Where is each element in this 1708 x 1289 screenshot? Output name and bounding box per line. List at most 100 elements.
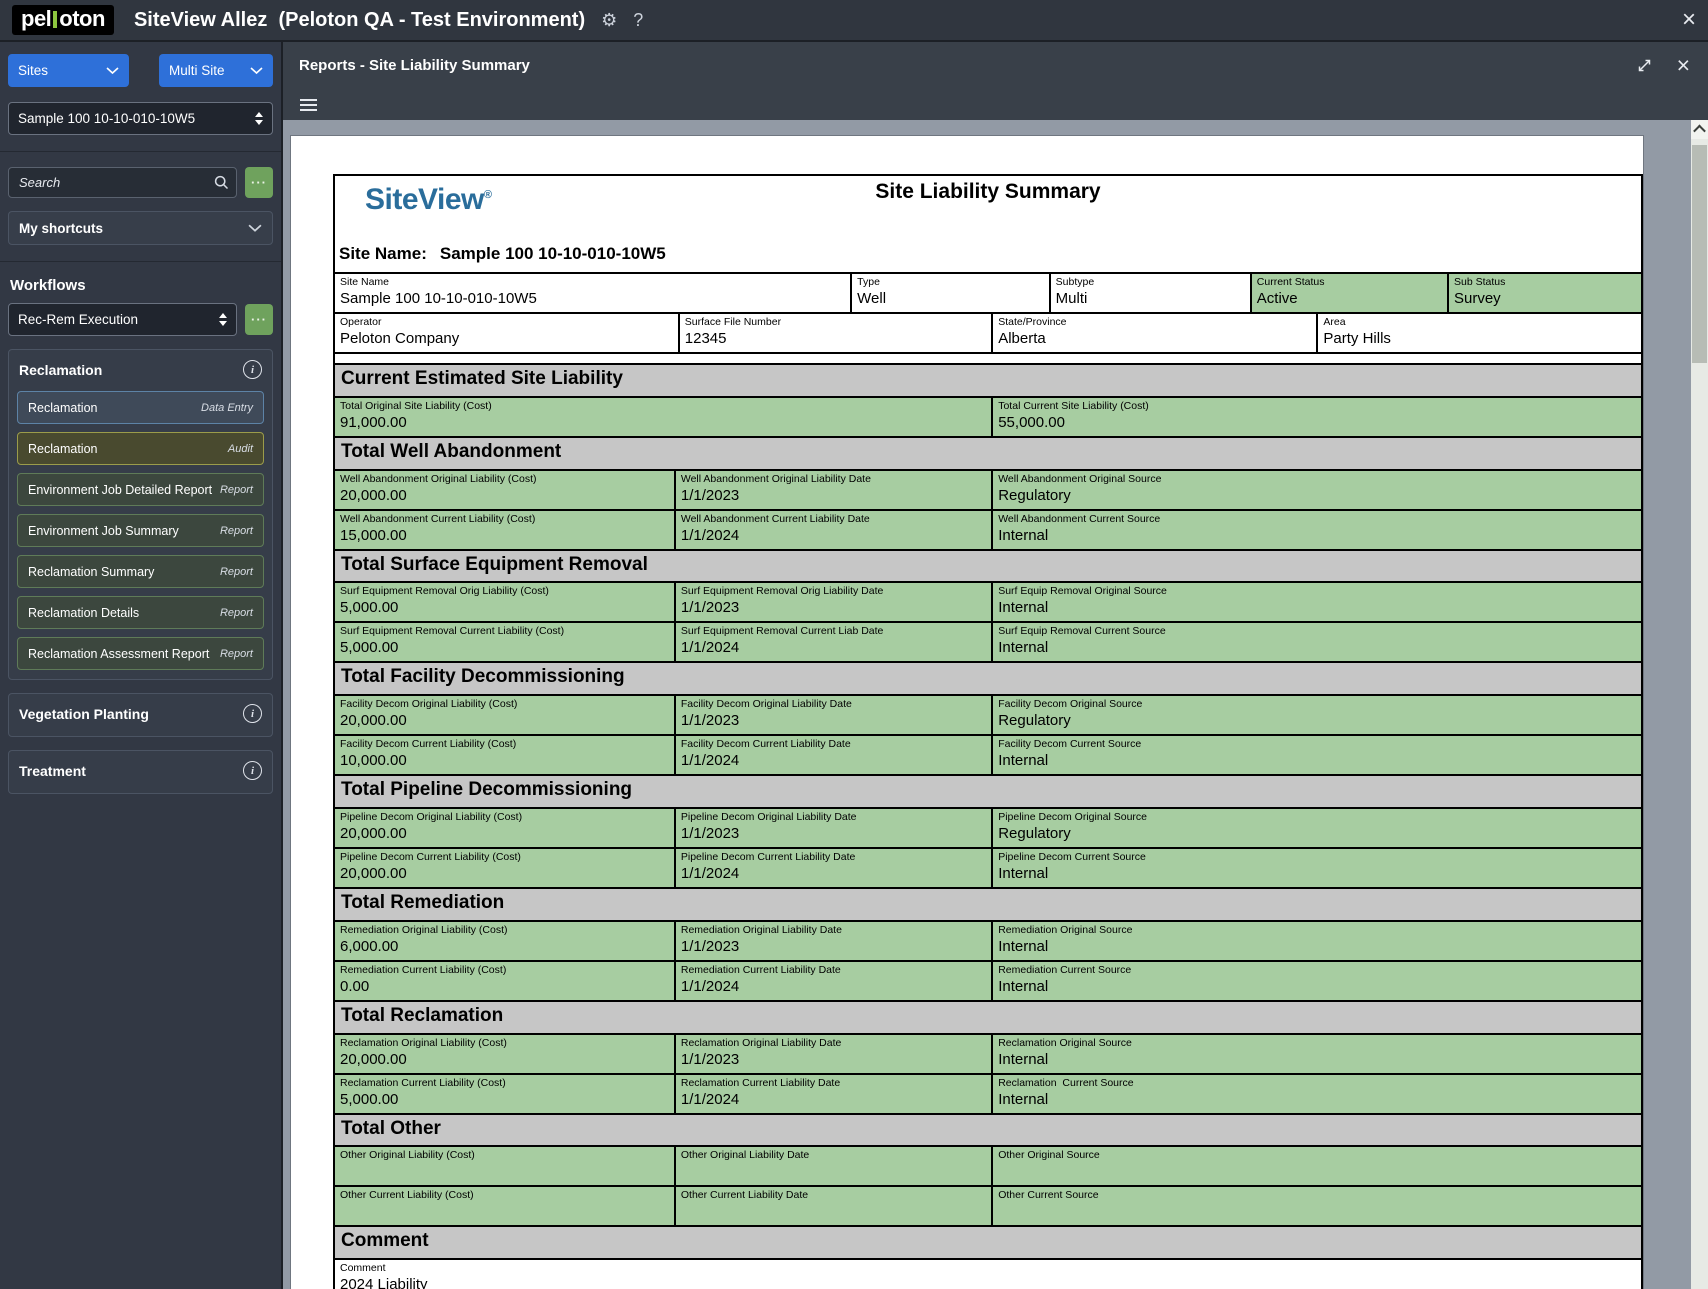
multi-site-dropdown-button[interactable]: Multi Site xyxy=(159,54,273,87)
report-cell: Facility Decom Original Liability (Cost)… xyxy=(335,696,676,734)
workflow-item-tag: Report xyxy=(220,566,253,578)
workflow-group-header: Reclamationi xyxy=(17,357,264,383)
cell-label: Well Abandonment Original Liability Date xyxy=(681,473,986,486)
help-icon[interactable]: ? xyxy=(633,11,643,29)
site-name-heading: Site Name:Sample 100 10-10-010-10W5 xyxy=(335,242,1641,272)
report-cell: Other Current Source xyxy=(993,1187,1641,1225)
workflow-item-tag: Report xyxy=(220,607,253,619)
cell-value xyxy=(998,1202,1636,1222)
workflow-item-label: Environment Job Detailed Report xyxy=(28,483,212,497)
report-box: SiteView® Site Liability Summary Site Na… xyxy=(333,174,1643,1289)
cell-label: Remediation Current Liability Date xyxy=(681,964,986,977)
search-icon xyxy=(214,175,229,195)
cell-label: Pipeline Decom Current Liability Date xyxy=(681,851,986,864)
report-cell: AreaParty Hills xyxy=(1318,314,1641,352)
sites-dropdown-button[interactable]: Sites xyxy=(8,54,129,87)
cell-value: 20,000.00 xyxy=(340,711,669,731)
scroll-up-icon[interactable] xyxy=(1691,120,1708,139)
cell-label: Surf Equipment Removal Current Liability… xyxy=(340,625,669,638)
cell-value: Internal xyxy=(998,1090,1636,1110)
section-heading-total-reclamation: Total Reclamation xyxy=(335,1002,1641,1035)
workflow-item-reclamation-data-entry[interactable]: ReclamationData Entry xyxy=(17,391,264,424)
cell-value: 12345 xyxy=(685,329,986,349)
cell-label: Surf Equipment Removal Orig Liability Da… xyxy=(681,585,986,598)
report-cell: Pipeline Decom Original Liability Date1/… xyxy=(676,809,993,847)
report-page: SiteView® Site Liability Summary Site Na… xyxy=(290,135,1644,1289)
report-cell: Surf Equipment Removal Current Liab Date… xyxy=(676,623,993,661)
cell-label: Reclamation Current Source xyxy=(998,1077,1636,1090)
table-row: Site NameSample 100 10-10-010-10W5TypeWe… xyxy=(335,274,1641,314)
report-viewer: SiteView® Site Liability Summary Site Na… xyxy=(283,120,1708,1289)
table-row: Remediation Original Liability (Cost)6,0… xyxy=(335,922,1641,962)
workflow-item-label: Reclamation xyxy=(28,401,97,415)
report-cell: Surf Equip Removal Current SourceInterna… xyxy=(993,623,1641,661)
app-close-icon[interactable]: × xyxy=(1682,8,1696,32)
info-icon[interactable]: i xyxy=(243,761,262,780)
cell-value: Regulatory xyxy=(998,486,1636,506)
section-heading-total-well-abandonment: Total Well Abandonment xyxy=(335,438,1641,471)
chevron-down-icon xyxy=(250,67,263,75)
report-cell: Surf Equipment Removal Orig Liability (C… xyxy=(335,583,676,621)
cell-value: 6,000.00 xyxy=(340,937,669,957)
cell-label: Pipeline Decom Original Source xyxy=(998,811,1636,824)
info-icon[interactable]: i xyxy=(243,704,262,723)
cell-label: Well Abandonment Current Liability (Cost… xyxy=(340,513,669,526)
workflow-group-header: Vegetation Plantingi xyxy=(17,701,264,727)
report-cell: Other Original Liability Date xyxy=(676,1147,993,1185)
settings-gear-icon[interactable]: ⚙ xyxy=(601,11,617,29)
cell-value: 1/1/2023 xyxy=(681,937,986,957)
scroll-thumb[interactable] xyxy=(1692,145,1707,363)
menu-hamburger-icon[interactable] xyxy=(300,96,317,114)
site-selector[interactable]: Sample 100 10-10-010-10W5 xyxy=(8,102,273,135)
expand-icon[interactable] xyxy=(1636,57,1653,74)
workflow-item-environment-job-summary-report[interactable]: Environment Job SummaryReport xyxy=(17,514,264,547)
my-shortcuts-toggle[interactable]: My shortcuts xyxy=(8,211,273,245)
cell-value: Well xyxy=(857,289,1044,309)
report-cell: Other Current Liability (Cost) xyxy=(335,1187,676,1225)
report-cell: Comment2024 Liability xyxy=(335,1260,1641,1289)
report-header: SiteView® Site Liability Summary xyxy=(335,176,1641,242)
report-cell: Reclamation Current Liability (Cost)5,00… xyxy=(335,1075,676,1113)
section-heading-total-other: Total Other xyxy=(335,1115,1641,1148)
chevron-down-icon xyxy=(248,224,262,233)
workflow-selector[interactable]: Rec-Rem Execution xyxy=(8,303,237,336)
workflow-item-reclamation-assessment-report-report[interactable]: Reclamation Assessment ReportReport xyxy=(17,637,264,670)
multi-site-dropdown-label: Multi Site xyxy=(169,63,225,78)
search-input[interactable] xyxy=(8,167,237,198)
workflow-item-reclamation-details-report[interactable]: Reclamation DetailsReport xyxy=(17,596,264,629)
peloton-logo-text-left: pel xyxy=(21,8,51,30)
cell-value: Peloton Company xyxy=(340,329,673,349)
report-cell: Pipeline Decom Current Liability Date1/1… xyxy=(676,849,993,887)
panel-title: Reports - Site Liability Summary xyxy=(299,57,530,74)
workflow-item-reclamation-summary-report[interactable]: Reclamation SummaryReport xyxy=(17,555,264,588)
report-cell: Reclamation Original Liability (Cost)20,… xyxy=(335,1035,676,1073)
report-cell: Other Current Liability Date xyxy=(676,1187,993,1225)
table-row: Facility Decom Current Liability (Cost)1… xyxy=(335,736,1641,776)
workflow-more-button[interactable]: ··· xyxy=(245,304,273,335)
cell-value: Survey xyxy=(1454,289,1636,309)
report-cell: Facility Decom Original SourceRegulatory xyxy=(993,696,1641,734)
cell-label: Surf Equip Removal Current Source xyxy=(998,625,1636,638)
my-shortcuts-label: My shortcuts xyxy=(19,221,103,236)
workflow-item-reclamation-audit[interactable]: ReclamationAudit xyxy=(17,432,264,465)
vertical-scrollbar[interactable] xyxy=(1691,120,1708,1289)
report-cell: Facility Decom Original Liability Date1/… xyxy=(676,696,993,734)
cell-label: Subtype xyxy=(1056,276,1245,289)
cell-label: Facility Decom Current Source xyxy=(998,738,1636,751)
workflow-item-environment-job-detailed-report-report[interactable]: Environment Job Detailed ReportReport xyxy=(17,473,264,506)
report-cell: Other Original Source xyxy=(993,1147,1641,1185)
cell-label: Reclamation Current Liability (Cost) xyxy=(340,1077,669,1090)
search-more-button[interactable]: ··· xyxy=(245,167,273,198)
workflow-item-tag: Report xyxy=(220,525,253,537)
report-cell: Facility Decom Current Liability Date1/1… xyxy=(676,736,993,774)
panel-close-icon[interactable]: × xyxy=(1677,54,1690,77)
cell-label: Pipeline Decom Original Liability (Cost) xyxy=(340,811,669,824)
info-icon[interactable]: i xyxy=(243,360,262,379)
app-topbar: peloton SiteView Allez (Peloton QA - Tes… xyxy=(0,0,1708,40)
cell-value: 1/1/2024 xyxy=(681,526,986,546)
workflow-item-tag: Audit xyxy=(228,443,253,455)
cell-value: 20,000.00 xyxy=(340,864,669,884)
cell-label: Surf Equipment Removal Orig Liability (C… xyxy=(340,585,669,598)
cell-value: 1/1/2024 xyxy=(681,864,986,884)
cell-label: Surface File Number xyxy=(685,316,986,329)
